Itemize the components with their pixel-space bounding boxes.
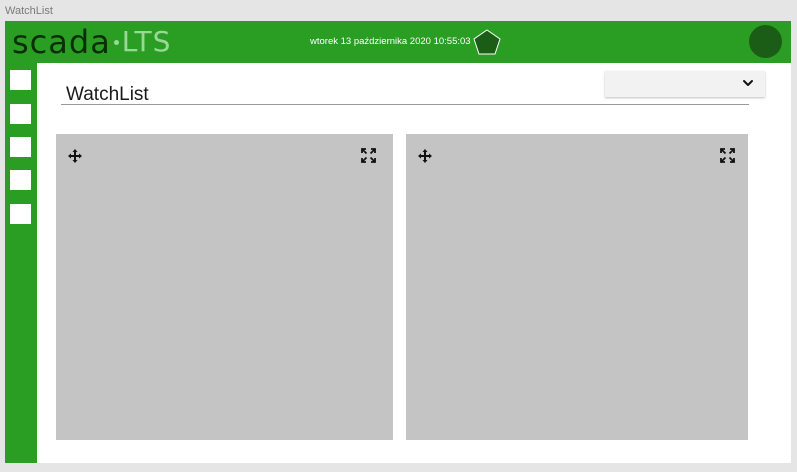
sidebar-button-2[interactable] [10, 104, 31, 124]
datetime-display: wtorek 13 października 2020 10:55:03 [310, 36, 471, 47]
sidebar-button-1[interactable] [10, 70, 31, 90]
page-title: WatchList [66, 84, 149, 105]
expand-icon[interactable] [720, 148, 735, 163]
logo-dot [113, 39, 119, 45]
logo-main-text: SCADA [12, 23, 111, 61]
move-icon[interactable] [417, 148, 433, 164]
sidebar-button-5[interactable] [10, 204, 31, 224]
pentagon-icon[interactable] [473, 29, 501, 55]
watchlist-panel-left [56, 134, 393, 440]
sidebar-button-3[interactable] [10, 137, 31, 157]
watchlist-panel-right [406, 134, 748, 440]
sidebar [5, 63, 37, 463]
sidebar-button-4[interactable] [10, 170, 31, 190]
frame-label: WatchList [5, 5, 53, 17]
expand-icon[interactable] [361, 148, 376, 163]
title-divider [61, 104, 749, 105]
chevron-down-icon [743, 80, 753, 86]
avatar[interactable] [749, 25, 782, 58]
watchlist-select[interactable] [605, 71, 765, 97]
logo-sub-text: LTS [121, 25, 172, 58]
logo: SCADA LTS [12, 22, 171, 62]
app-window: SCADA LTS wtorek 13 października 2020 10… [5, 21, 791, 463]
top-bar: SCADA LTS wtorek 13 października 2020 10… [5, 21, 791, 63]
move-icon[interactable] [67, 148, 83, 164]
